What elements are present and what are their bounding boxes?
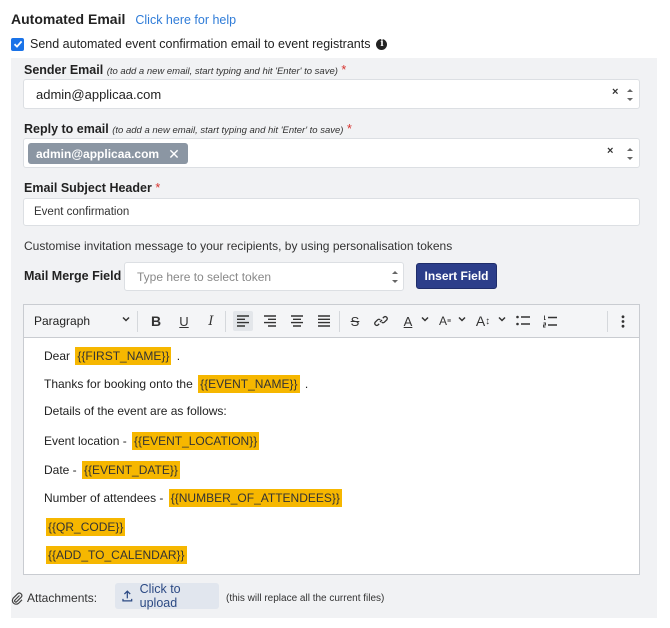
merge-token[interactable]: {{QR_CODE}} — [46, 518, 126, 536]
sender-email-hint: (to add a new email, start typing and hi… — [106, 66, 338, 77]
confirmation-checkbox[interactable] — [11, 37, 24, 51]
chevron-down-icon[interactable] — [458, 315, 466, 323]
token-select-placeholder: Type here to select token — [137, 270, 272, 284]
editor-line: Event location - {{EVENT_LOCATION}} — [44, 432, 261, 450]
check-icon — [13, 40, 22, 48]
numbered-list-icon[interactable] — [540, 311, 560, 331]
link-icon[interactable] — [371, 311, 391, 331]
sender-email-label: Sender Email (to add a new email, start … — [24, 63, 347, 77]
editor-line: Number of attendees - {{NUMBER_OF_ATTEND… — [44, 489, 344, 507]
editor-toolbar: Paragraph B U I S A A ≡ A ↕ — [23, 304, 640, 337]
section-header: Automated Email Click here for help — [11, 11, 236, 27]
align-center-icon[interactable] — [287, 311, 307, 331]
editor-text: Date - — [44, 463, 81, 477]
message-editor[interactable]: Dear {{FIRST_NAME}} . Thanks for booking … — [23, 337, 640, 575]
attachments-label: Attachments: — [27, 591, 98, 605]
subject-value: Event confirmation — [34, 206, 130, 218]
editor-line: Thanks for booking onto the {{EVENT_NAME… — [44, 375, 308, 393]
merge-token[interactable]: {{ADD_TO_CALENDAR}} — [46, 546, 187, 564]
info-icon[interactable]: i — [376, 38, 388, 50]
toolbar-divider — [225, 311, 226, 332]
sender-email-value: admin@applicaa.com — [36, 87, 162, 102]
merge-token[interactable]: {{NUMBER_OF_ATTENDEES}} — [168, 489, 342, 507]
required-mark: * — [155, 181, 161, 195]
chevron-down-icon[interactable] — [122, 315, 130, 323]
clear-icon[interactable]: × — [607, 145, 613, 157]
editor-text: Dear — [44, 349, 74, 363]
more-icon[interactable] — [613, 311, 633, 331]
email-tag-label: admin@applicaa.com — [36, 146, 160, 161]
align-right-icon[interactable] — [260, 311, 280, 331]
upload-icon — [122, 590, 133, 602]
editor-line: Date - {{EVENT_DATE}} — [44, 461, 182, 479]
upload-button[interactable]: Click to upload — [115, 582, 219, 610]
toolbar-divider — [339, 311, 340, 332]
align-justify-icon[interactable] — [314, 311, 334, 331]
confirmation-label: Send automated event confirmation email … — [30, 37, 371, 51]
bullet-list-icon[interactable] — [513, 311, 533, 331]
select-arrows-icon — [391, 270, 399, 284]
customise-text: Customise invitation message to your rec… — [24, 239, 453, 253]
merge-token[interactable]: {{EVENT_NAME}} — [198, 375, 300, 393]
upload-button-label: Click to upload — [139, 582, 181, 610]
email-tag: admin@applicaa.com ✕ — [28, 143, 188, 164]
mail-merge-label: Mail Merge Field — [24, 269, 122, 283]
editor-line: Dear {{FIRST_NAME}} . — [44, 347, 180, 365]
upload-note: (this will replace all the current files… — [226, 593, 385, 604]
text-style-icon[interactable]: A ≡ — [435, 311, 455, 331]
italic-icon[interactable]: I — [201, 311, 221, 331]
email-settings-panel: Sender Email (to add a new email, start … — [11, 58, 657, 618]
clear-icon[interactable]: × — [612, 86, 618, 98]
font-color-icon[interactable]: A — [398, 311, 418, 331]
merge-token[interactable]: {{EVENT_DATE}} — [82, 461, 180, 479]
editor-text: Thanks for booking onto the — [44, 377, 197, 391]
subject-label: Email Subject Header * — [24, 181, 161, 195]
font-size-icon[interactable]: A ↕ — [473, 311, 493, 331]
reply-email-hint: (to add a new email, start typing and hi… — [112, 125, 344, 136]
editor-text: . — [301, 377, 309, 391]
select-arrows-icon[interactable] — [626, 88, 634, 102]
attachments-row: Attachments: Click to upload (this will … — [11, 582, 384, 610]
select-arrows-icon[interactable] — [626, 147, 634, 161]
sender-email-field[interactable]: admin@applicaa.com × — [23, 79, 640, 109]
merge-token[interactable]: {{FIRST_NAME}} — [75, 347, 172, 365]
bold-icon[interactable]: B — [146, 311, 166, 331]
help-link[interactable]: Click here for help — [135, 13, 236, 27]
paragraph-dropdown[interactable]: Paragraph — [34, 314, 90, 328]
align-left-icon[interactable] — [233, 311, 253, 331]
toolbar-divider — [137, 311, 138, 332]
toolbar-divider — [607, 311, 608, 332]
strikethrough-icon[interactable]: S — [345, 311, 365, 331]
paperclip-icon — [11, 592, 23, 605]
reply-email-field[interactable]: admin@applicaa.com ✕ × — [23, 138, 640, 168]
section-title: Automated Email — [11, 11, 126, 27]
merge-token[interactable]: {{EVENT_LOCATION}} — [132, 432, 260, 450]
editor-line: {{ADD_TO_CALENDAR}} — [44, 546, 189, 564]
insert-field-button[interactable]: Insert Field — [416, 263, 497, 289]
editor-line: {{QR_CODE}} — [44, 518, 127, 536]
required-mark: * — [341, 63, 347, 77]
required-mark: * — [346, 122, 352, 136]
editor-text: Event location - — [44, 434, 131, 448]
subject-field[interactable]: Event confirmation — [23, 198, 640, 226]
reply-email-label: Reply to email (to add a new email, star… — [24, 122, 352, 136]
editor-text: Number of attendees - — [44, 491, 167, 505]
chevron-down-icon[interactable] — [498, 315, 506, 323]
editor-line: Details of the event are as follows: — [44, 404, 227, 418]
editor-text: . — [173, 349, 181, 363]
token-select[interactable]: Type here to select token — [124, 262, 404, 291]
remove-tag-icon[interactable]: ✕ — [168, 147, 180, 161]
editor-text: Details of the event are as follows: — [44, 404, 227, 418]
confirmation-row: Send automated event confirmation email … — [11, 37, 388, 51]
underline-icon[interactable]: U — [174, 311, 194, 331]
chevron-down-icon[interactable] — [421, 315, 429, 323]
